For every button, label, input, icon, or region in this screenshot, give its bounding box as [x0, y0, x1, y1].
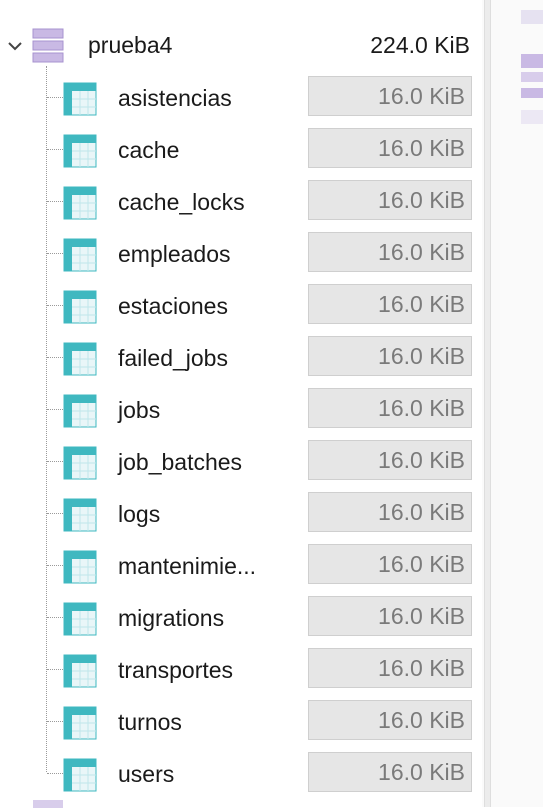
table-size: 16.0 KiB: [308, 232, 472, 272]
tree-branch-tick: [47, 201, 63, 202]
table-icon: [63, 394, 97, 428]
table-name: turnos: [118, 709, 182, 735]
table-item[interactable]: empleados 16.0 KiB: [0, 228, 482, 280]
table-item[interactable]: cache_locks 16.0 KiB: [0, 176, 482, 228]
tree-branch-tick: [47, 773, 63, 774]
table-icon: [63, 654, 97, 688]
table-icon: [63, 238, 97, 272]
table-item[interactable]: migrations 16.0 KiB: [0, 592, 482, 644]
tree-branch-tick: [47, 461, 63, 462]
table-icon: [63, 602, 97, 636]
table-size: 16.0 KiB: [308, 440, 472, 480]
table-name: jobs: [118, 397, 161, 423]
table-icon: [63, 134, 97, 168]
database-icon: [521, 10, 543, 124]
table-size: 16.0 KiB: [308, 388, 472, 428]
table-name: logs: [118, 501, 161, 527]
table-item[interactable]: cache 16.0 KiB: [0, 124, 482, 176]
table-name: asistencias: [118, 85, 232, 111]
panel-splitter[interactable]: [484, 0, 491, 807]
tree-branch-tick: [47, 305, 63, 306]
table-size: 16.0 KiB: [308, 596, 472, 636]
table-size: 16.0 KiB: [308, 544, 472, 584]
table-item[interactable]: failed_jobs 16.0 KiB: [0, 332, 482, 384]
table-item[interactable]: users 16.0 KiB: [0, 748, 482, 800]
table-item[interactable]: job_batches 16.0 KiB: [0, 436, 482, 488]
table-name: users: [118, 761, 175, 787]
tree-branch-tick: [47, 357, 63, 358]
table-size: 16.0 KiB: [308, 180, 472, 220]
table-icon: [63, 186, 97, 220]
database-size: 224.0 KiB: [370, 32, 470, 58]
tree-branch-tick: [47, 253, 63, 254]
chevron-down-icon[interactable]: [6, 37, 24, 55]
table-size: 16.0 KiB: [308, 128, 472, 168]
table-name: cache: [118, 137, 180, 163]
table-name: empleados: [118, 241, 231, 267]
table-size: 16.0 KiB: [308, 284, 472, 324]
tree-branch-tick: [47, 721, 63, 722]
table-item[interactable]: asistencias 16.0 KiB: [0, 72, 482, 124]
tree-branch-tick: [47, 149, 63, 150]
table-item[interactable]: turnos 16.0 KiB: [0, 696, 482, 748]
tree-branch-tick: [47, 513, 63, 514]
right-panel: [482, 0, 543, 807]
table-item[interactable]: logs 16.0 KiB: [0, 488, 482, 540]
table-size: 16.0 KiB: [308, 648, 472, 688]
table-item[interactable]: transportes 16.0 KiB: [0, 644, 482, 696]
table-icon: [63, 550, 97, 584]
table-name: estaciones: [118, 293, 228, 319]
table-icon: [63, 82, 97, 116]
table-icon: [63, 342, 97, 376]
table-icon: [63, 290, 97, 324]
table-name: transportes: [118, 657, 234, 683]
table-size: 16.0 KiB: [308, 492, 472, 532]
database-tree: prueba4 224.0 KiB asistencias 16.0 KiB cac…: [0, 0, 482, 807]
table-icon: [63, 706, 97, 740]
table-name: cache_locks: [118, 189, 245, 215]
database-name: prueba4: [88, 32, 173, 58]
table-icon: [63, 758, 97, 792]
table-item[interactable]: mantenimie... 16.0 KiB: [0, 540, 482, 592]
table-size: 16.0 KiB: [308, 336, 472, 376]
database-node[interactable]: prueba4 224.0 KiB: [0, 20, 482, 72]
table-size: 16.0 KiB: [308, 700, 472, 740]
table-icon: [63, 498, 97, 532]
table-size: 16.0 KiB: [308, 752, 472, 792]
table-name: mantenimie...: [118, 553, 257, 579]
table-size: 16.0 KiB: [308, 76, 472, 116]
table-item[interactable]: estaciones 16.0 KiB: [0, 280, 482, 332]
table-icon: [63, 446, 97, 480]
tree-branch-tick: [47, 565, 63, 566]
tree-branch-tick: [47, 409, 63, 410]
tree-branch-tick: [47, 617, 63, 618]
table-name: failed_jobs: [118, 345, 228, 371]
tree-branch-tick: [47, 669, 63, 670]
database-icon: [32, 28, 64, 63]
table-name: job_batches: [118, 449, 243, 475]
table-item[interactable]: jobs 16.0 KiB: [0, 384, 482, 436]
table-name: migrations: [118, 605, 225, 631]
tree-branch-tick: [47, 97, 63, 98]
